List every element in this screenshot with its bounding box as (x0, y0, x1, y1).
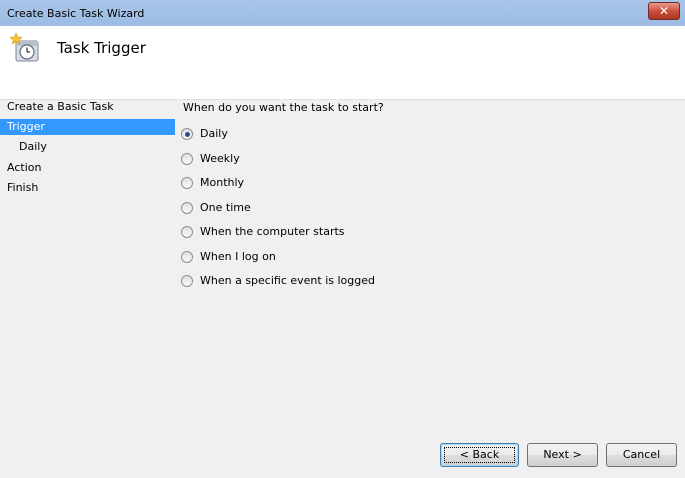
option-label: Daily (200, 127, 228, 140)
radio-monthly[interactable] (181, 177, 193, 189)
wizard-window: Create Basic Task Wizard ✕ Task Trigger … (0, 0, 685, 478)
step-action: Action (7, 161, 42, 174)
cancel-button[interactable]: Cancel (606, 443, 677, 467)
back-button[interactable]: < Back (440, 443, 519, 467)
option-label: When I log on (200, 250, 276, 263)
radio-log-on[interactable] (181, 251, 193, 263)
title-bar[interactable]: Create Basic Task Wizard ✕ (0, 0, 685, 26)
page-title: Task Trigger (57, 39, 146, 57)
option-label: Monthly (200, 176, 245, 189)
option-label: Weekly (200, 152, 240, 165)
focus-ring (444, 447, 515, 463)
cancel-button-label: Cancel (622, 448, 661, 461)
option-label: When the computer starts (200, 225, 345, 238)
next-button-label: Next > (543, 448, 582, 461)
radio-computer-starts[interactable] (181, 226, 193, 238)
next-button[interactable]: Next > (527, 443, 598, 467)
radio-event-logged[interactable] (181, 275, 193, 287)
trigger-question: When do you want the task to start? (183, 101, 384, 114)
wizard-header: Task Trigger (0, 26, 685, 100)
radio-one-time[interactable] (181, 202, 193, 214)
option-label: When a specific event is logged (200, 274, 375, 287)
step-daily: Daily (19, 140, 47, 153)
close-button[interactable]: ✕ (648, 2, 680, 20)
step-finish: Finish (7, 181, 39, 194)
option-label: One time (200, 201, 251, 214)
close-icon: ✕ (658, 4, 670, 18)
step-create-basic-task: Create a Basic Task (7, 100, 114, 113)
clock-task-icon (10, 32, 39, 62)
radio-daily[interactable] (181, 128, 193, 140)
step-trigger: Trigger (0, 119, 175, 135)
radio-weekly[interactable] (181, 153, 193, 165)
window-title: Create Basic Task Wizard (7, 7, 145, 20)
